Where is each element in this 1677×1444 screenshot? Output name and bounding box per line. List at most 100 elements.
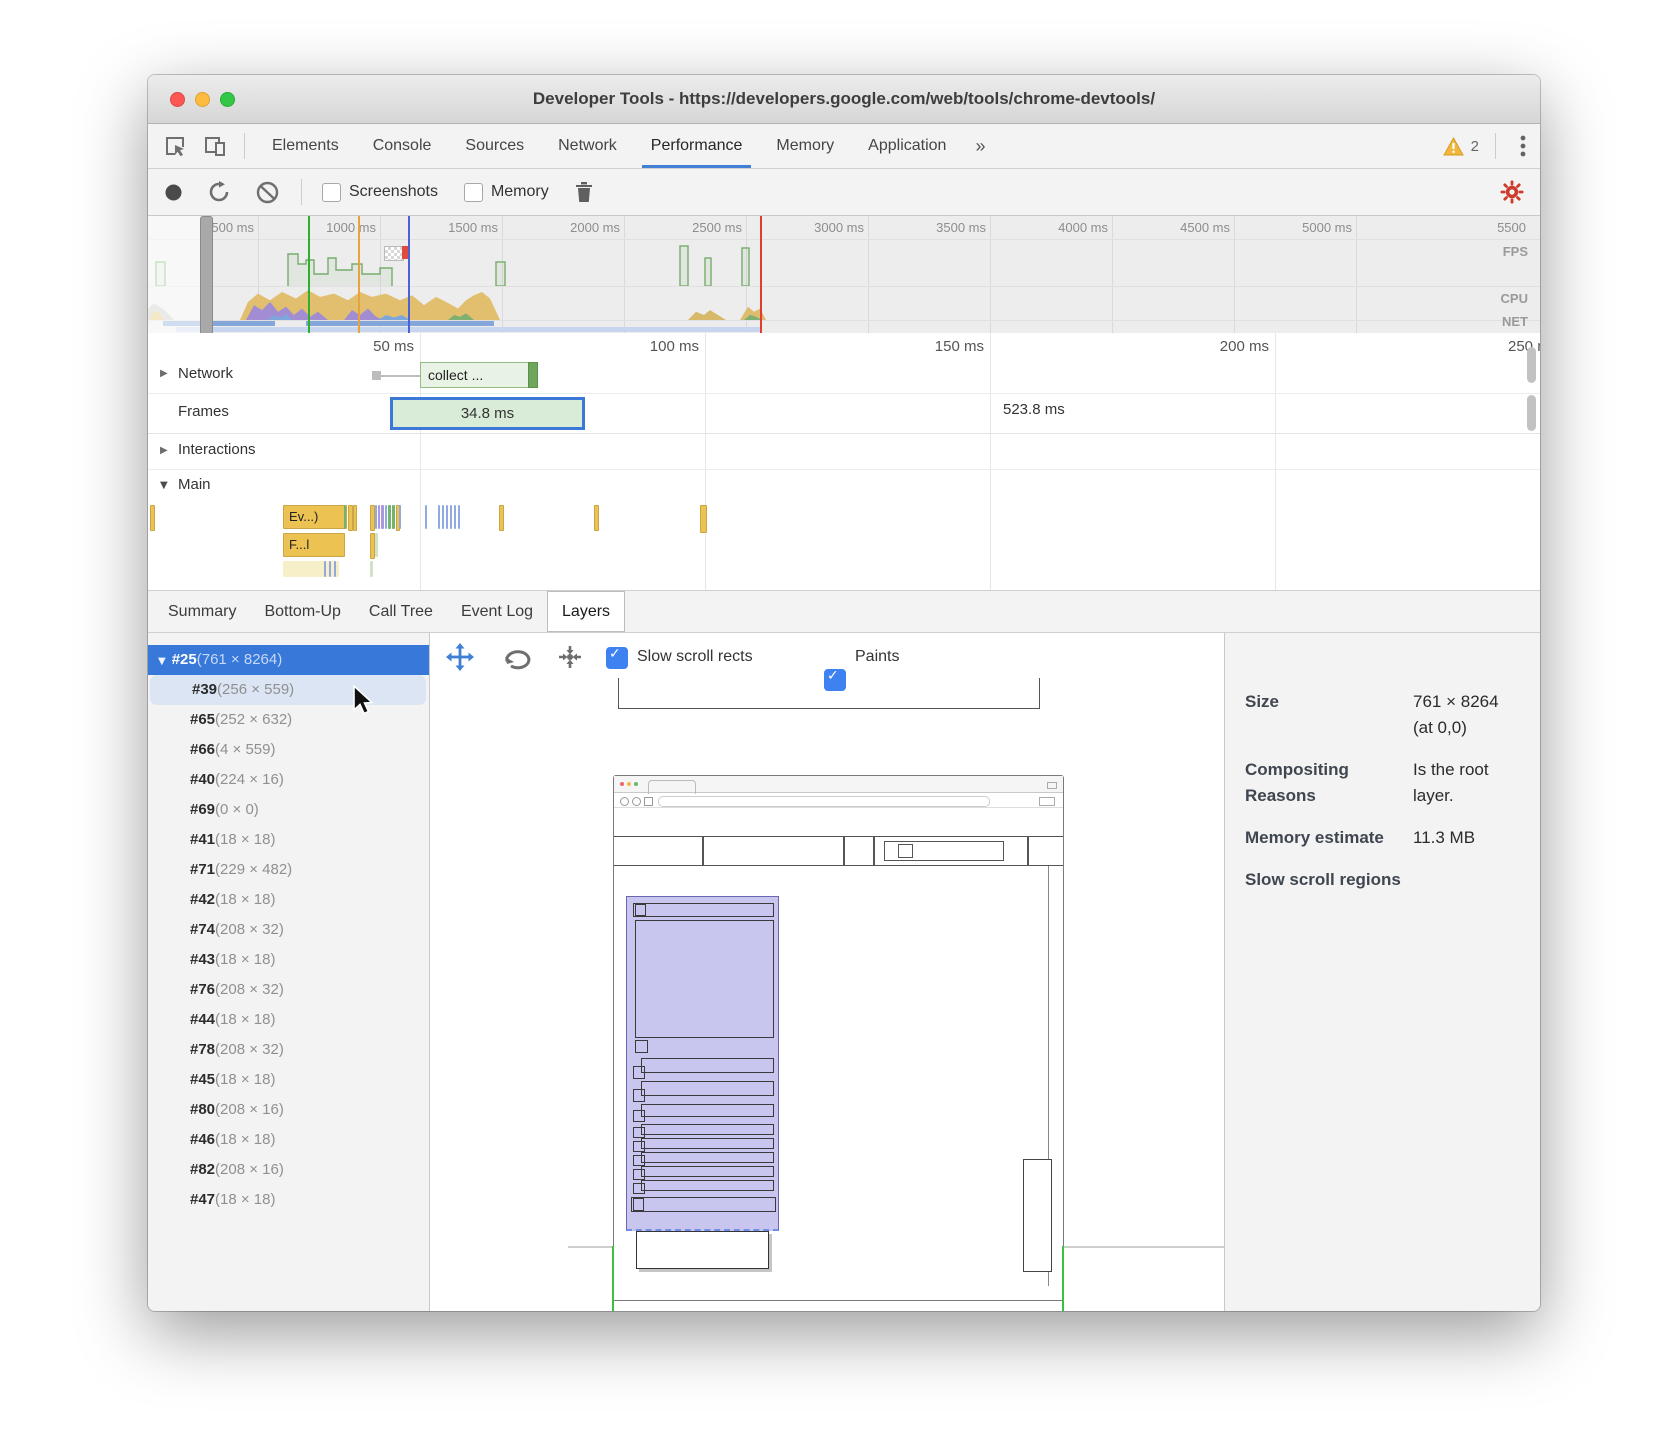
flame-tick: 50 ms — [334, 338, 414, 355]
tab-layers[interactable]: Layers — [547, 591, 625, 632]
tab-event-log[interactable]: Event Log — [447, 591, 547, 632]
divider — [244, 133, 245, 159]
inspect-element-icon[interactable] — [162, 133, 188, 159]
scrollbar-thumb[interactable] — [1527, 395, 1536, 431]
flame-bar[interactable] — [329, 561, 331, 577]
flame-event-bar[interactable]: Ev...) — [283, 505, 347, 529]
memory-label: Memory — [491, 183, 549, 201]
kebab-menu-icon[interactable] — [1520, 134, 1526, 158]
tab-call-tree[interactable]: Call Tree — [355, 591, 447, 632]
tab-elements[interactable]: Elements — [255, 124, 356, 168]
layer-tree-item[interactable]: #82(208 × 16) — [148, 1155, 429, 1185]
layer-tree-item[interactable]: #78(208 × 32) — [148, 1035, 429, 1065]
flame-bar[interactable] — [370, 561, 373, 577]
record-button[interactable] — [165, 184, 182, 201]
layer-tree-item[interactable]: #46(18 × 18) — [148, 1125, 429, 1155]
network-request-bar[interactable]: collect ... — [420, 362, 538, 388]
flame-bar[interactable] — [385, 505, 387, 529]
flame-bar[interactable] — [324, 561, 326, 577]
layer-tree-item[interactable]: #74(208 × 32) — [148, 915, 429, 945]
tab-application[interactable]: Application — [851, 124, 963, 168]
flame-bar[interactable] — [594, 505, 599, 531]
tab-network[interactable]: Network — [541, 124, 634, 168]
flame-bar[interactable] — [458, 505, 460, 529]
tab-bottom-up[interactable]: Bottom-Up — [250, 591, 354, 632]
chevron-down-icon[interactable]: ▼ — [160, 480, 168, 491]
frame-duration[interactable]: 523.8 ms — [1003, 401, 1065, 418]
flame-bar[interactable] — [150, 505, 155, 531]
tab-console[interactable]: Console — [356, 124, 449, 168]
slow-scroll-rects-checkbox[interactable] — [606, 647, 628, 669]
flame-bar[interactable] — [399, 505, 401, 529]
tab-sources[interactable]: Sources — [448, 124, 541, 168]
overview-tick: 1000 ms — [286, 220, 376, 235]
layer-tree-item[interactable]: #42(18 × 18) — [148, 885, 429, 915]
tab-memory[interactable]: Memory — [759, 124, 851, 168]
flame-bar[interactable] — [388, 505, 391, 529]
slow-scroll-rect-overlay[interactable] — [626, 896, 779, 1231]
screenshots-checkbox[interactable] — [322, 183, 341, 202]
timeline-overview[interactable]: 500 ms 1000 ms 1500 ms 2000 ms 2500 ms 3… — [148, 216, 1540, 333]
layer-tree-item[interactable]: #39(256 × 559) — [150, 675, 426, 705]
flame-bar[interactable] — [499, 505, 504, 531]
flame-function-bar[interactable]: F...l — [283, 533, 345, 557]
selected-frame[interactable]: 34.8 ms — [390, 397, 585, 430]
flame-bar[interactable] — [344, 505, 346, 529]
device-toolbar-icon[interactable] — [202, 133, 228, 159]
network-request-bar-cap — [528, 362, 538, 388]
layer-tree-item[interactable]: ▼#25(761 × 8264) — [148, 645, 429, 675]
flame-bar[interactable] — [454, 505, 456, 529]
layer-tree-item[interactable]: #80(208 × 16) — [148, 1095, 429, 1125]
flame-bar[interactable] — [425, 505, 427, 529]
layer-tree-item[interactable]: #76(208 × 32) — [148, 975, 429, 1005]
layers-viewport[interactable]: Slow scroll rects Paints — [430, 633, 1225, 1311]
layer-tree-item[interactable]: #45(18 × 18) — [148, 1065, 429, 1095]
pan-mode-icon[interactable] — [446, 643, 474, 671]
network-request-line — [381, 375, 420, 377]
layer-tree-item[interactable]: #71(229 × 482) — [148, 855, 429, 885]
layer-tree-item[interactable]: #66(4 × 559) — [148, 735, 429, 765]
warning-icon[interactable] — [1443, 137, 1464, 156]
flame-bar[interactable] — [353, 505, 357, 531]
flame-bar[interactable] — [446, 505, 448, 529]
screenshot-thumb[interactable] — [384, 246, 404, 261]
flame-bar[interactable] — [700, 505, 707, 533]
triangle-down-icon[interactable]: ▼ — [158, 656, 166, 667]
tab-performance[interactable]: Performance — [634, 124, 760, 168]
fcp-marker — [308, 216, 310, 333]
layer-tree-item[interactable]: #44(18 × 18) — [148, 1005, 429, 1035]
flame-bar[interactable] — [392, 505, 395, 529]
flame-bar[interactable] — [381, 505, 384, 529]
layer-tree-item[interactable]: #65(252 × 632) — [148, 705, 429, 735]
more-tabs-chevron-icon[interactable]: » — [963, 136, 997, 157]
rotate-mode-icon[interactable] — [502, 643, 532, 671]
flame-bar[interactable] — [375, 505, 377, 529]
layer-tree-item[interactable]: #43(18 × 18) — [148, 945, 429, 975]
screenshots-label: Screenshots — [349, 183, 438, 201]
layer-tree-item[interactable]: #47(18 × 18) — [148, 1185, 429, 1215]
memory-checkbox[interactable] — [464, 183, 483, 202]
flame-bar[interactable] — [438, 505, 440, 529]
overview-tick: 4500 ms — [1140, 220, 1230, 235]
dcl-marker — [358, 216, 360, 333]
flame-bar[interactable] — [375, 533, 378, 557]
network-request-dot[interactable] — [372, 371, 381, 380]
capture-settings-gear-icon[interactable] — [1500, 180, 1524, 204]
reload-button[interactable] — [208, 181, 230, 203]
window-left-handle[interactable] — [200, 216, 213, 333]
clear-button[interactable] — [256, 181, 279, 204]
flame-bar[interactable] — [450, 505, 452, 529]
layer-tree-item[interactable]: #41(18 × 18) — [148, 825, 429, 855]
layer-tree-item[interactable]: #69(0 × 0) — [148, 795, 429, 825]
chevron-right-icon[interactable]: ▶ — [160, 445, 168, 456]
flame-bar[interactable] — [442, 505, 444, 529]
layer-tree-item[interactable]: #40(224 × 16) — [148, 765, 429, 795]
chevron-right-icon[interactable]: ▶ — [160, 368, 168, 379]
layer-outline-partial — [618, 678, 1040, 709]
flame-bar[interactable] — [378, 505, 380, 529]
tab-summary[interactable]: Summary — [154, 591, 250, 632]
trash-icon[interactable] — [575, 181, 593, 203]
scrollbar-thumb[interactable] — [1527, 347, 1536, 383]
reset-view-icon[interactable] — [556, 643, 584, 671]
flame-bar[interactable] — [334, 561, 336, 577]
